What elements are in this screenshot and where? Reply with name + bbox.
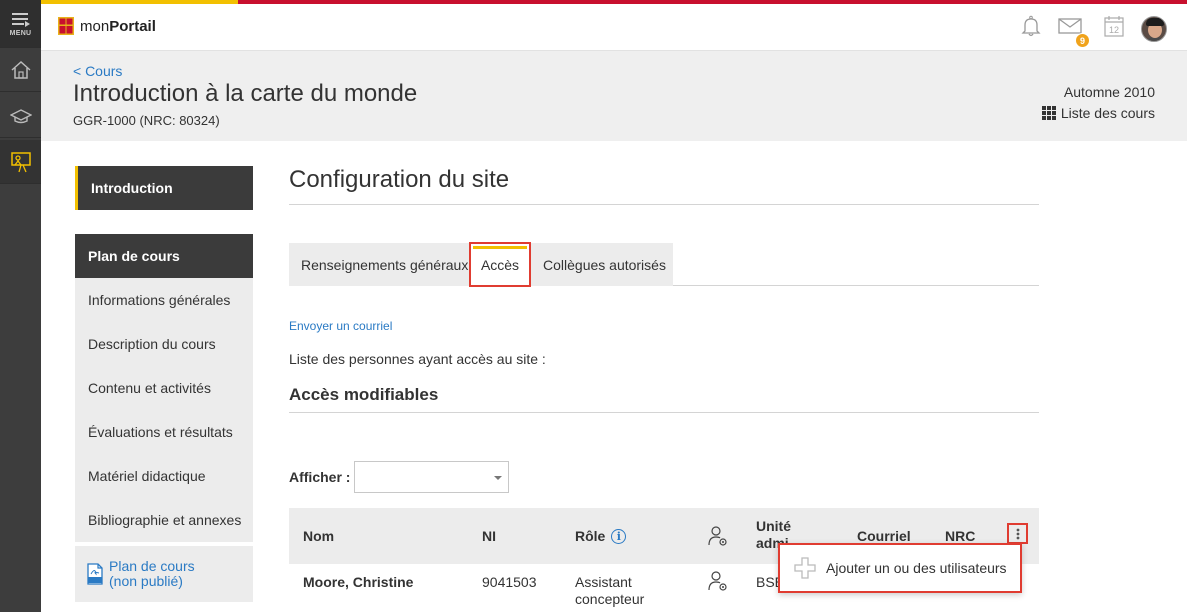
calendar-button[interactable]: 12 [1103,14,1125,43]
user-avatar[interactable] [1141,15,1167,42]
left-rail: MENU [0,0,41,612]
column-role[interactable]: Rôle i [575,508,627,564]
menu-button[interactable]: MENU [0,0,41,48]
nav-item-bibliographie[interactable]: Bibliographie et annexes [75,498,253,542]
plus-icon [794,557,816,579]
tab-collegues[interactable]: Collègues autorisés [543,243,666,286]
courses-button[interactable] [0,94,41,138]
course-header: < Cours Introduction à la carte du monde… [41,51,1187,141]
mail-count-badge: 9 [1075,33,1090,48]
crest-icon [58,17,74,35]
afficher-select[interactable] [354,461,510,493]
course-title: Introduction à la carte du monde [73,80,418,107]
add-users-menu-item[interactable]: Ajouter un ou des utilisateurs [778,543,1022,593]
pdf-link-line1: Plan de cours [109,558,195,574]
section-title: Accès modifiables [289,385,439,404]
filter-row: Afficher : [289,461,510,493]
access-list-label: Liste des personnes ayant accès au site … [289,351,546,367]
column-role-label: Rôle [575,528,606,544]
cell-ni: 9041503 [482,574,537,590]
course-nav: Introduction Plan de cours Informations … [75,166,253,602]
cell-nom: Moore, Christine [303,574,414,590]
afficher-label: Afficher : [289,469,351,485]
page-title: Configuration du site [289,166,510,193]
chevron-down-icon [494,476,503,480]
title-divider [289,204,1039,205]
calendar-day: 12 [1109,25,1119,35]
course-code: GGR-1000 (NRC: 80324) [73,113,220,128]
table-options-button[interactable] [1007,523,1028,544]
send-email-link[interactable]: Envoyer un courriel [289,319,392,333]
top-bar: monPortail 9 12 [41,0,1187,51]
accent-stripe-yellow [41,0,238,4]
home-button[interactable] [0,48,41,92]
notifications-button[interactable] [1019,14,1043,43]
column-ni[interactable]: NI [482,508,496,564]
main-content: Configuration du site Renseignements gén… [289,166,1039,607]
brand-prefix: mon [80,17,110,35]
course-list-link[interactable]: Liste des cours [1041,105,1155,121]
tab-acces[interactable]: Accès [469,242,531,287]
nav-item-description[interactable]: Description du cours [75,322,253,366]
nav-list: Informations générales Description du co… [75,278,253,542]
active-tab-indicator [473,246,527,249]
brand-logo[interactable]: monPortail [58,17,156,35]
tab-renseignements[interactable]: Renseignements généraux [301,243,468,286]
nav-item-contenu[interactable]: Contenu et activités [75,366,253,410]
top-icons: 9 12 [1005,14,1187,48]
cell-role: Assistant concepteur [575,574,644,608]
plan-pdf-link[interactable]: Plan de cours (non publié) [75,546,253,602]
user-gear-icon [708,571,727,591]
nav-item-evaluations[interactable]: Évaluations et résultats [75,410,253,454]
bell-icon [1021,15,1041,37]
nav-item-informations[interactable]: Informations générales [75,278,253,322]
nav-introduction[interactable]: Introduction [75,166,253,210]
calendar-icon: 12 [1104,16,1124,37]
brand-bold: Portail [109,17,156,35]
user-gear-icon [708,526,727,546]
course-site-button[interactable] [0,140,41,184]
course-list-label: Liste des cours [1060,105,1155,121]
nav-plan-de-cours[interactable]: Plan de cours [75,234,253,278]
graduation-cap-icon [9,108,32,123]
section-divider [289,412,1039,413]
cell-role-line2: concepteur [575,591,645,607]
pdf-icon [87,563,103,585]
nav-item-materiel[interactable]: Matériel didactique [75,454,253,498]
home-icon [11,60,30,79]
cell-user-settings[interactable] [707,570,729,595]
presentation-icon [10,151,31,172]
pdf-link-line2: (non publié) [109,573,183,589]
accent-stripe-red [238,0,1187,4]
column-nom[interactable]: Nom [303,508,334,564]
kebab-menu-icon [1016,528,1019,539]
info-icon[interactable]: i [611,528,627,544]
tab-strip: Renseignements généraux Accès Collègues … [289,242,1039,287]
messages-button[interactable]: 9 [1057,15,1090,48]
tab-acces-label: Accès [480,256,520,273]
cell-role-line1: Assistant [575,574,632,590]
back-to-courses-link[interactable]: < Cours [73,63,122,79]
column-user-settings [707,508,729,564]
menu-label: MENU [9,29,32,37]
add-users-label: Ajouter un ou des utilisateurs [826,560,1007,576]
session-label: Automne 2010 [1063,84,1155,100]
grid-icon [1041,106,1056,120]
hamburger-icon [11,12,30,27]
